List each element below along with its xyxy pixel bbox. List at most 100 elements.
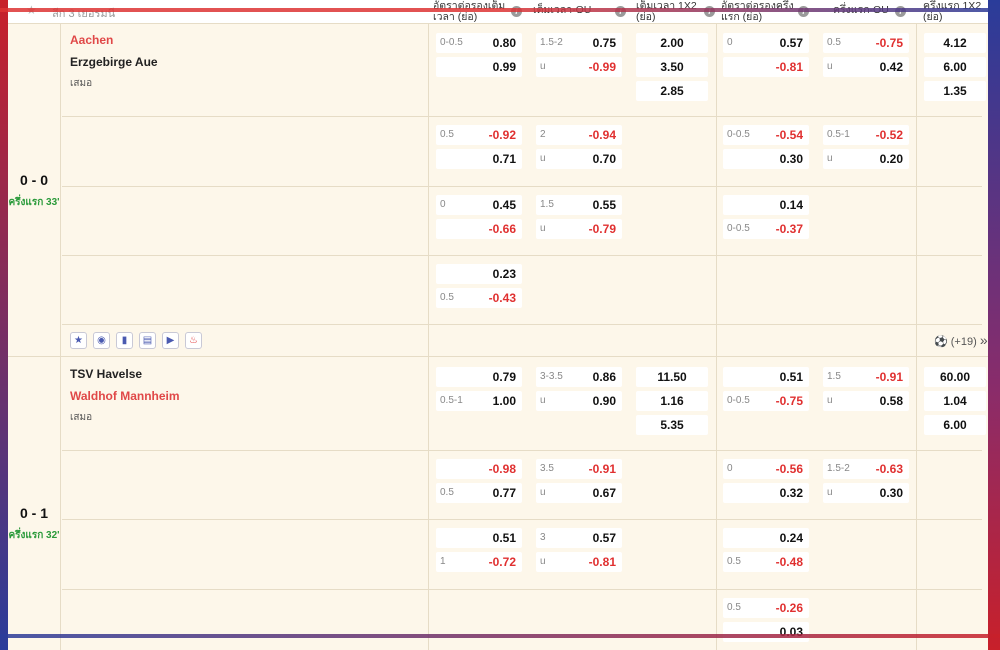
odds-cell[interactable]: 1.16 [636,391,708,411]
fire-icon[interactable]: ♨ [185,332,202,349]
odds-cell[interactable]: 3.5 -0.91 [536,459,622,479]
match-score: 0 - 1 [19,505,48,521]
handicap-line: 0 [727,463,733,474]
odds-cell[interactable]: 0.71 [436,149,522,169]
odds-cell[interactable]: 0.24 [723,528,809,548]
odds-cell[interactable]: 3 0.57 [536,528,622,548]
odds-cell[interactable]: 1.35 [924,81,986,101]
odds-cell[interactable]: u 0.30 [823,483,909,503]
odds-cell[interactable]: 0 0.45 [436,195,522,215]
eye-icon[interactable]: ◉ [93,332,110,349]
odds-cell[interactable]: 0-0.5 -0.75 [723,391,809,411]
handicap-line: 0-0.5 [727,129,750,140]
odds-cell[interactable]: -0.98 [436,459,522,479]
handicap-line: u [827,153,833,164]
odds-cell[interactable]: 0-0.5 -0.54 [723,125,809,145]
odds-cell[interactable]: 1.04 [924,391,986,411]
divider [62,519,982,520]
divider [716,24,717,650]
odds-cell[interactable]: 0.14 [723,195,809,215]
odds-cell[interactable]: 0.51 [723,367,809,387]
handicap-line: 0-0.5 [440,37,463,48]
divider [62,255,982,256]
odds-cell[interactable]: 0.5-1 -0.52 [823,125,909,145]
lineup-icon[interactable]: ▤ [139,332,156,349]
odds-cell[interactable]: 0.5 -0.92 [436,125,522,145]
odds-cell[interactable]: -0.66 [436,219,522,239]
odds-price: 0.51 [779,370,803,384]
odds-cell[interactable]: 6.00 [924,415,986,435]
col-1x2-half: ครึ่งแรก 1X2 (ย่อ) [923,0,982,23]
odds-cell[interactable]: 0.5 -0.48 [723,552,809,572]
odds-cell[interactable]: 0.51 [436,528,522,548]
odds-cell[interactable]: 0 -0.56 [723,459,809,479]
odds-cell[interactable]: 3.50 [636,57,708,77]
handicap-line: 0.5 [827,37,841,48]
stats-icon[interactable]: ▮ [116,332,133,349]
odds-price: -0.99 [588,60,616,74]
odds-cell[interactable]: 0.5 -0.43 [436,288,522,308]
play-icon[interactable]: ▶ [162,332,179,349]
odds-price: 1.04 [943,394,967,408]
handicap-line: 2 [540,129,546,140]
odds-cell[interactable]: 0.5 0.77 [436,483,522,503]
away-team[interactable]: Erzgebirge Aue [70,55,158,69]
odds-cell[interactable]: 1.5 -0.91 [823,367,909,387]
home-team[interactable]: Aachen [70,33,113,47]
odds-cell[interactable]: u 0.20 [823,149,909,169]
odds-cell[interactable]: 3-3.5 0.86 [536,367,622,387]
odds-cell[interactable]: 0.5 -0.26 [723,598,809,618]
odds-cell[interactable]: 5.35 [636,415,708,435]
odds-cell[interactable]: 1.5-2 -0.63 [823,459,909,479]
odds-price: 1.16 [660,394,684,408]
odds-cell[interactable]: 0-0.5 0.80 [436,33,522,53]
odds-price: 0.70 [592,152,616,166]
odds-cell[interactable]: 2.00 [636,33,708,53]
odds-cell[interactable]: 2.85 [636,81,708,101]
odds-cell[interactable]: 0 0.57 [723,33,809,53]
odds-cell[interactable]: 0.5-1 1.00 [436,391,522,411]
handicap-line: u [540,487,546,498]
odds-cell[interactable]: u 0.90 [536,391,622,411]
odds-cell[interactable]: 1.5-2 0.75 [536,33,622,53]
odds-price: -0.66 [488,222,516,236]
odds-cell[interactable]: 0.99 [436,57,522,77]
odds-price: 6.00 [943,418,967,432]
odds-cell[interactable]: 1.5 0.55 [536,195,622,215]
odds-cell[interactable]: 0-0.5 -0.37 [723,219,809,239]
odds-cell[interactable]: 0.32 [723,483,809,503]
odds-cell[interactable]: 0.03 [723,622,809,642]
more-markets[interactable]: ⚽ (+19) » [934,332,988,348]
odds-cell[interactable]: u 0.58 [823,391,909,411]
handicap-line: u [540,61,546,72]
odds-cell[interactable]: u -0.99 [536,57,622,77]
odds-cell[interactable]: -0.81 [723,57,809,77]
odds-cell[interactable]: 6.00 [924,57,986,77]
home-team[interactable]: TSV Havelse [70,367,142,381]
star-icon[interactable]: ★ [70,332,87,349]
odds-cell[interactable]: 60.00 [924,367,986,387]
odds-cell[interactable]: 0.79 [436,367,522,387]
handicap-line: 1.5-2 [540,37,563,48]
odds-cell[interactable]: u -0.79 [536,219,622,239]
handicap-line: u [827,395,833,406]
odds-price: 60.00 [939,370,971,384]
odds-cell[interactable]: 11.50 [636,367,708,387]
odds-cell[interactable]: 4.12 [924,33,986,53]
odds-cell[interactable]: u 0.42 [823,57,909,77]
odds-cell[interactable]: u -0.81 [536,552,622,572]
odds-cell[interactable]: 2 -0.94 [536,125,622,145]
odds-cell[interactable]: u 0.67 [536,483,622,503]
handicap-line: 0 [727,37,733,48]
odds-cell[interactable]: 0.30 [723,149,809,169]
handicap-line: 1.5-2 [827,463,850,474]
handicap-line: 1 [440,556,446,567]
odds-price: 0.86 [592,370,616,384]
odds-price: 2.00 [660,36,684,50]
odds-cell[interactable]: 0.5 -0.75 [823,33,909,53]
odds-cell[interactable]: 0.23 [436,264,522,284]
away-team[interactable]: Waldhof Mannheim [70,389,180,403]
handicap-line: 0.5-1 [440,395,463,406]
odds-cell[interactable]: 1 -0.72 [436,552,522,572]
odds-cell[interactable]: u 0.70 [536,149,622,169]
